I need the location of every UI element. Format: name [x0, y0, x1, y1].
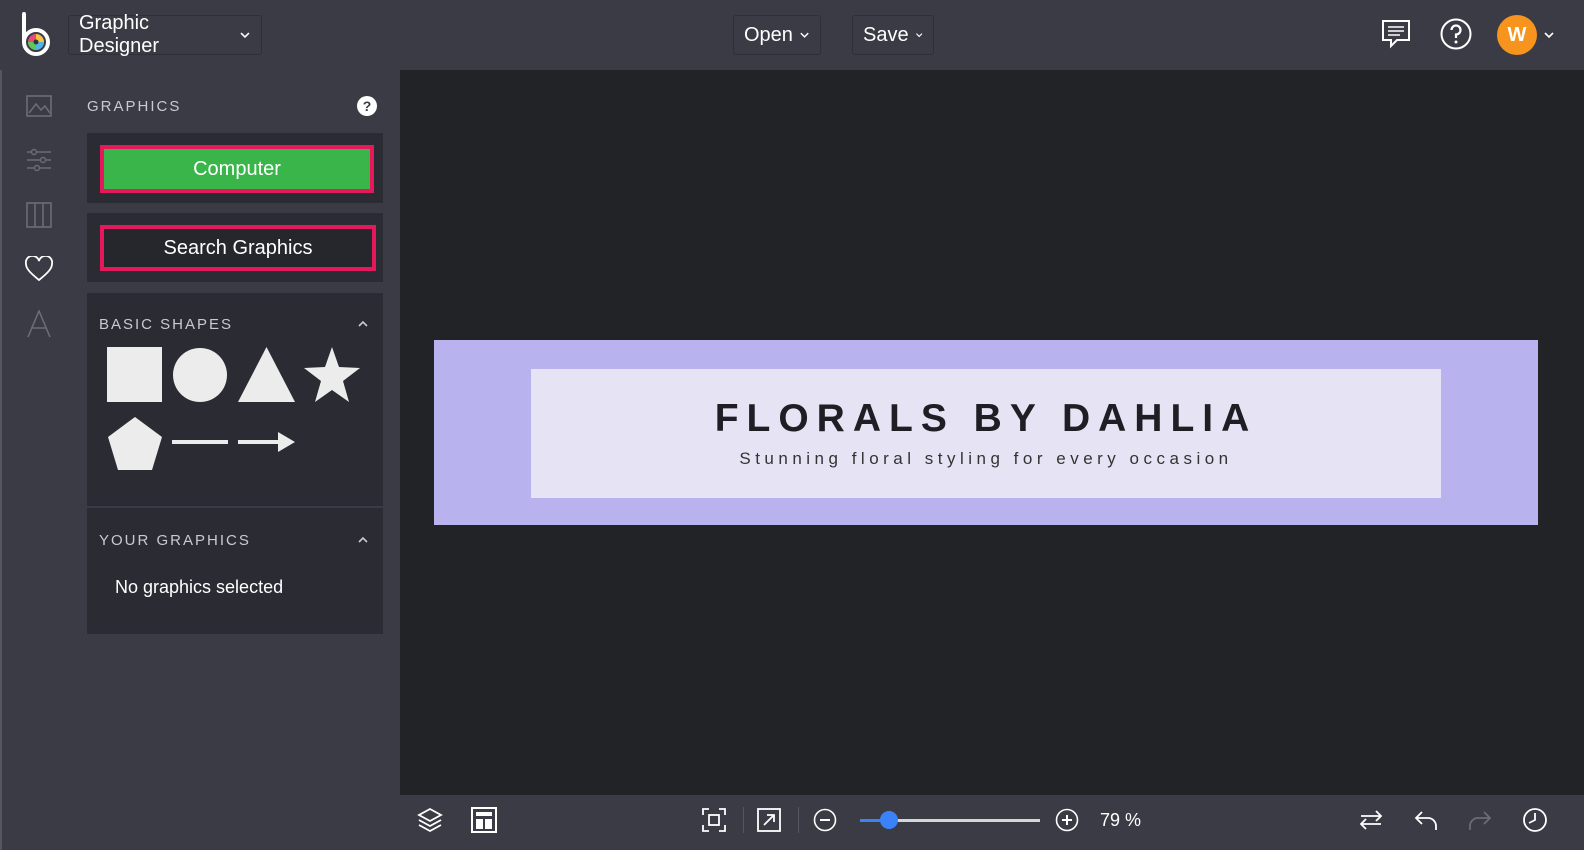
- columns-icon[interactable]: [24, 200, 54, 230]
- chevron-down-icon: [240, 32, 250, 39]
- help-glyph: ?: [362, 98, 372, 114]
- zoom-out-icon[interactable]: [808, 803, 842, 837]
- zoom-slider[interactable]: [860, 811, 1040, 829]
- chevron-up-icon[interactable]: [357, 535, 369, 545]
- computer-button-label: Computer: [193, 157, 281, 180]
- tool-rail: [0, 70, 72, 850]
- help-circle-icon[interactable]: ?: [357, 96, 377, 116]
- layout-icon[interactable]: [467, 803, 501, 837]
- chevron-down-icon: [915, 33, 922, 38]
- app-name-label: Graphic Designer: [79, 12, 160, 57]
- shapes-card: BASIC SHAPES YOUR GRAPHICS No graphics s…: [87, 293, 383, 634]
- basic-shapes-title: BASIC SHAPES: [99, 316, 234, 333]
- toolbar-separator: [743, 807, 744, 833]
- app-window: Graphic Designer Open Save W GRAPHICS ? …: [0, 0, 1584, 850]
- circle-shape[interactable]: [172, 347, 228, 403]
- app-switcher-button[interactable]: Graphic Designer: [68, 12, 262, 57]
- befunky-logo-icon[interactable]: [18, 12, 54, 58]
- zoom-in-icon[interactable]: [1050, 803, 1084, 837]
- toolbar-separator: [798, 807, 799, 833]
- canvas-area[interactable]: FLORALS BY DAHLIA Stunning floral stylin…: [400, 70, 1584, 795]
- pentagon-shape[interactable]: [107, 417, 163, 471]
- history-icon[interactable]: [1518, 803, 1552, 837]
- save-label: Save: [863, 23, 909, 46]
- zoom-slider-thumb[interactable]: [880, 811, 898, 829]
- square-shape[interactable]: [107, 347, 162, 402]
- graphics-panel: GRAPHICS ? Computer Search Graphics BASI…: [72, 70, 400, 850]
- expand-icon[interactable]: [752, 803, 786, 837]
- your-graphics-title: YOUR GRAPHICS: [99, 532, 251, 549]
- computer-card: Computer: [87, 133, 383, 203]
- sliders-icon[interactable]: [24, 145, 54, 175]
- help-icon[interactable]: [1436, 14, 1476, 54]
- banner-text-box[interactable]: FLORALS BY DAHLIA Stunning floral stylin…: [531, 369, 1441, 498]
- arrow-shape[interactable]: [238, 431, 295, 453]
- heart-icon[interactable]: [24, 254, 54, 284]
- swap-icon[interactable]: [1354, 803, 1388, 837]
- bottom-toolbar: 79 %: [400, 795, 1584, 850]
- top-bar: Graphic Designer Open Save W: [0, 0, 1584, 70]
- banner-subtitle[interactable]: Stunning floral styling for every occasi…: [531, 449, 1441, 469]
- image-icon[interactable]: [24, 91, 54, 121]
- open-button[interactable]: Open: [733, 15, 821, 55]
- layers-icon[interactable]: [413, 803, 447, 837]
- banner-title[interactable]: FLORALS BY DAHLIA: [531, 397, 1441, 441]
- save-button[interactable]: Save: [852, 15, 934, 55]
- chevron-down-icon[interactable]: [1543, 29, 1555, 41]
- fit-screen-icon[interactable]: [697, 803, 731, 837]
- chevron-down-icon: [800, 32, 809, 38]
- avatar-initial: W: [1507, 23, 1527, 46]
- search-graphics-label: Search Graphics: [163, 236, 313, 259]
- section-divider: [87, 506, 383, 508]
- text-icon[interactable]: [24, 309, 54, 339]
- no-graphics-text: No graphics selected: [115, 577, 284, 597]
- design-banner[interactable]: FLORALS BY DAHLIA Stunning floral stylin…: [434, 340, 1538, 525]
- triangle-shape[interactable]: [238, 347, 295, 402]
- user-avatar[interactable]: W: [1497, 15, 1537, 55]
- search-graphics-button[interactable]: Search Graphics: [100, 225, 376, 271]
- redo-icon[interactable]: [1463, 803, 1497, 837]
- chevron-up-icon[interactable]: [357, 319, 369, 329]
- comments-icon[interactable]: [1376, 14, 1416, 54]
- line-shape[interactable]: [172, 439, 228, 445]
- zoom-level-text: 79 %: [1100, 810, 1142, 830]
- search-card: Search Graphics: [87, 213, 383, 282]
- panel-title: GRAPHICS: [87, 98, 182, 115]
- computer-button[interactable]: Computer: [100, 145, 374, 193]
- open-label: Open: [744, 23, 793, 46]
- undo-icon[interactable]: [1409, 803, 1443, 837]
- star-shape[interactable]: [303, 347, 361, 403]
